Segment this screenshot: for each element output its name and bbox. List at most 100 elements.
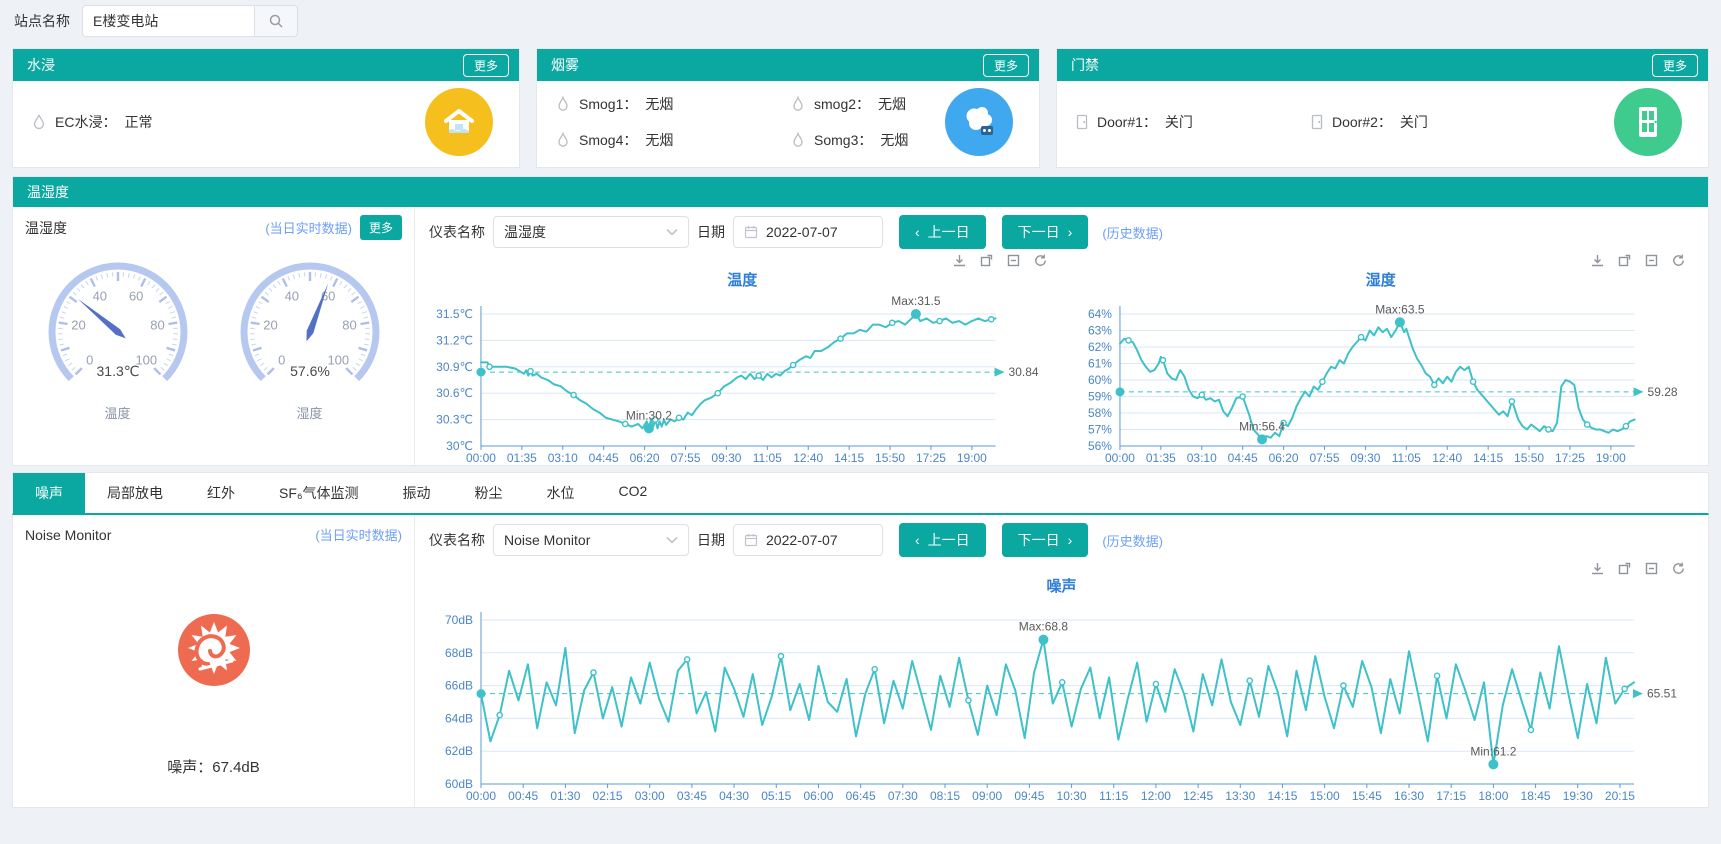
tab-vibration[interactable]: 振动	[381, 473, 453, 513]
svg-text:63%: 63%	[1087, 324, 1111, 338]
svg-text:30.6℃: 30.6℃	[436, 386, 473, 400]
svg-text:0: 0	[86, 352, 93, 367]
tab-dust[interactable]: 粉尘	[453, 473, 525, 513]
download-icon[interactable]	[952, 253, 967, 268]
refresh-icon[interactable]	[1033, 253, 1048, 268]
temperature-line-chart: 30℃30.3℃30.6℃30.9℃31.2℃31.5℃00:0001:3503…	[429, 290, 1056, 468]
tab-infrared[interactable]: 红外	[185, 473, 257, 513]
site-search-input[interactable]	[82, 5, 254, 37]
smoke-cloud-icon	[945, 88, 1013, 156]
meter-select[interactable]: 温湿度	[493, 216, 689, 248]
svg-text:40: 40	[92, 288, 106, 303]
svg-text:17:25: 17:25	[1554, 451, 1584, 465]
noise-chart-section: 仪表名称 Noise Monitor 日期 2022-07-07 ‹ 上一日	[415, 515, 1708, 807]
tab-co2[interactable]: CO2	[597, 473, 670, 513]
door-more-button[interactable]: 更多	[1652, 54, 1698, 77]
gauge-section-header: 温湿度 (当日实时数据) 更多	[25, 215, 402, 240]
svg-text:19:00: 19:00	[1595, 451, 1625, 465]
card-header: 门禁 更多	[1057, 49, 1708, 81]
svg-text:14:15: 14:15	[1267, 789, 1297, 803]
item-value: 无烟	[880, 130, 908, 150]
zoom-area-icon[interactable]	[1644, 561, 1659, 576]
zoom-reset-icon[interactable]	[979, 253, 994, 268]
th-more-button[interactable]: 更多	[360, 215, 402, 240]
zoom-area-icon[interactable]	[1006, 253, 1021, 268]
noise-chart: 噪声 60dB62dB64dB66dB68dB70dB00:0000:4501:…	[429, 559, 1694, 807]
realtime-data-link[interactable]: (当日实时数据)	[315, 525, 402, 544]
door-icon	[1075, 114, 1089, 130]
date-label: 日期	[697, 530, 725, 550]
tab-water-level[interactable]: 水位	[525, 473, 597, 513]
svg-text:57%: 57%	[1087, 422, 1111, 436]
refresh-icon[interactable]	[1671, 561, 1686, 576]
svg-text:12:45: 12:45	[1183, 789, 1213, 803]
smoke-icon	[555, 132, 571, 148]
svg-text:12:40: 12:40	[793, 451, 823, 465]
chart-title: 温度	[429, 269, 1056, 290]
zoom-area-icon[interactable]	[1644, 253, 1659, 268]
svg-text:06:45: 06:45	[846, 789, 876, 803]
svg-text:17:15: 17:15	[1436, 789, 1466, 803]
svg-text:14:15: 14:15	[834, 451, 864, 465]
svg-text:Min:30.2: Min:30.2	[626, 408, 672, 422]
prev-day-label: 上一日	[928, 530, 970, 550]
svg-text:Max:63.5: Max:63.5	[1375, 302, 1425, 316]
svg-text:15:00: 15:00	[1310, 789, 1340, 803]
svg-text:60%: 60%	[1087, 373, 1111, 387]
noise-line-chart: 60dB62dB64dB66dB68dB70dB00:0000:4501:300…	[429, 596, 1694, 806]
noise-body: Noise Monitor (当日实时数据) 噪声：67.4dB	[13, 515, 1708, 807]
card-title: 门禁	[1071, 55, 1099, 75]
smoke-more-button[interactable]: 更多	[983, 54, 1029, 77]
zoom-reset-icon[interactable]	[1617, 561, 1632, 576]
prev-day-button[interactable]: ‹ 上一日	[899, 523, 986, 557]
svg-text:70dB: 70dB	[445, 613, 473, 627]
svg-text:09:00: 09:00	[972, 789, 1002, 803]
tab-partial-discharge[interactable]: 局部放电	[85, 473, 185, 513]
chevron-down-icon	[666, 536, 678, 544]
download-icon[interactable]	[1590, 253, 1605, 268]
section-title: 温湿度	[25, 218, 67, 238]
refresh-icon[interactable]	[1671, 253, 1686, 268]
download-icon[interactable]	[1590, 561, 1605, 576]
meter-select[interactable]: Noise Monitor	[493, 524, 689, 556]
zoom-reset-icon[interactable]	[1617, 253, 1632, 268]
temperature-gauge-block: 02040608010031.3℃ 温度	[23, 250, 213, 422]
section-title: Noise Monitor	[25, 527, 111, 543]
gauges: 02040608010031.3℃ 温度 02040608010057.6% 湿…	[25, 250, 402, 422]
svg-text:00:00: 00:00	[1104, 451, 1134, 465]
svg-text:15:50: 15:50	[875, 451, 905, 465]
svg-text:06:00: 06:00	[803, 789, 833, 803]
date-picker[interactable]: 2022-07-07	[733, 524, 883, 556]
noise-value: 67.4dB	[212, 759, 260, 776]
svg-text:62%: 62%	[1087, 340, 1111, 354]
svg-text:14:15: 14:15	[1473, 451, 1503, 465]
prev-day-button[interactable]: ‹ 上一日	[899, 215, 986, 249]
card-body: Smog1：无烟 smog2：无烟 Smog4：无烟 Somg3：无烟	[537, 81, 1039, 167]
water-more-button[interactable]: 更多	[463, 54, 509, 77]
list-item: Somg3：无烟	[790, 130, 908, 150]
realtime-data-link[interactable]: (当日实时数据)	[265, 218, 352, 237]
svg-text:66dB: 66dB	[445, 679, 473, 693]
date-value: 2022-07-07	[766, 532, 838, 548]
tab-sf6-gas[interactable]: SF₆气体监测	[257, 473, 381, 513]
history-data-link[interactable]: (历史数据)	[1102, 223, 1163, 242]
next-day-button[interactable]: 下一日 ›	[1002, 523, 1089, 557]
humidity-gauge-block: 02040608010057.6% 湿度	[215, 250, 405, 422]
next-day-button[interactable]: 下一日 ›	[1002, 215, 1089, 249]
item-label: smog2：	[814, 94, 870, 114]
date-picker[interactable]: 2022-07-07	[733, 216, 883, 248]
svg-text:03:00: 03:00	[635, 789, 665, 803]
svg-text:40: 40	[284, 288, 298, 303]
search-button[interactable]	[254, 5, 298, 37]
temp-humidity-body: 温湿度 (当日实时数据) 更多 02040608010031.3℃ 温度 020…	[13, 207, 1708, 465]
noise-ear-icon	[178, 614, 250, 686]
chart-toolbar	[1590, 561, 1686, 576]
tab-noise[interactable]: 噪声	[13, 473, 85, 513]
meter-select-value: Noise Monitor	[504, 532, 590, 548]
item-value: 无烟	[645, 130, 673, 150]
noise-summary-section: Noise Monitor (当日实时数据) 噪声：67.4dB	[13, 515, 415, 807]
history-data-link[interactable]: (历史数据)	[1102, 531, 1163, 550]
chart-controls: 仪表名称 Noise Monitor 日期 2022-07-07 ‹ 上一日	[429, 521, 1694, 559]
svg-text:100: 100	[327, 352, 349, 367]
gauge-section: 温湿度 (当日实时数据) 更多 02040608010031.3℃ 温度 020…	[13, 207, 415, 465]
